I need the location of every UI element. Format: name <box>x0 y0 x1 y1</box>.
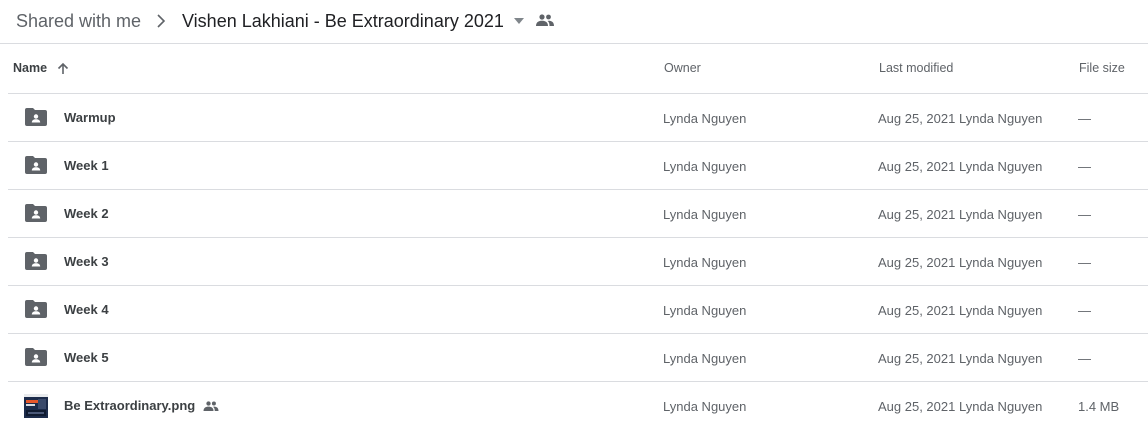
file-modified-date: Aug 25, 2021 <box>878 207 956 222</box>
file-owner: Lynda Nguyen <box>663 303 747 318</box>
image-thumbnail-icon <box>24 394 48 418</box>
file-owner: Lynda Nguyen <box>663 207 747 222</box>
file-name: Week 4 <box>64 302 109 317</box>
column-header-name[interactable]: Name <box>13 60 69 76</box>
file-name: Week 1 <box>64 158 109 173</box>
file-size: 1.4 MB <box>1078 399 1120 414</box>
shared-folder-icon <box>25 348 47 366</box>
column-header-name-label: Name <box>13 61 48 75</box>
chevron-right-icon <box>157 14 166 28</box>
file-row[interactable]: Week 1 Lynda Nguyen Aug 25, 2021 Lynda N… <box>8 142 1148 190</box>
file-size: — <box>1078 159 1091 174</box>
file-modified-date: Aug 25, 2021 <box>878 303 956 318</box>
file-row[interactable]: Week 5 Lynda Nguyen Aug 25, 2021 Lynda N… <box>8 334 1148 382</box>
file-row[interactable]: Week 3 Lynda Nguyen Aug 25, 2021 Lynda N… <box>8 238 1148 286</box>
file-modified-date: Aug 25, 2021 <box>878 399 956 414</box>
file-modified-by: Lynda Nguyen <box>959 111 1043 126</box>
file-row[interactable]: Week 2 Lynda Nguyen Aug 25, 2021 Lynda N… <box>8 190 1148 238</box>
file-modified-date: Aug 25, 2021 <box>878 111 956 126</box>
shared-people-icon <box>203 401 219 411</box>
caret-down-icon <box>513 18 524 24</box>
file-size: — <box>1078 255 1091 270</box>
file-name: Be Extraordinary.png <box>64 398 219 414</box>
file-row[interactable]: Warmup Lynda Nguyen Aug 25, 2021 Lynda N… <box>8 94 1148 142</box>
file-size: — <box>1078 303 1091 318</box>
file-modified-by: Lynda Nguyen <box>959 399 1043 414</box>
file-modified-by: Lynda Nguyen <box>959 351 1043 366</box>
file-modified-date: Aug 25, 2021 <box>878 159 956 174</box>
file-modified-by: Lynda Nguyen <box>959 303 1043 318</box>
file-size: — <box>1078 207 1091 222</box>
shared-people-icon[interactable] <box>536 14 554 26</box>
column-header-file-size[interactable]: File size <box>1079 60 1125 76</box>
shared-folder-icon <box>25 300 47 318</box>
shared-folder-icon <box>25 252 47 270</box>
arrow-up-icon <box>57 62 69 74</box>
file-size: — <box>1078 351 1091 366</box>
breadcrumb-current-folder[interactable]: Vishen Lakhiani - Be Extraordinary 2021 <box>182 10 524 32</box>
file-modified-by: Lynda Nguyen <box>959 207 1043 222</box>
file-size: — <box>1078 111 1091 126</box>
column-header-owner: Owner <box>664 61 701 75</box>
file-owner: Lynda Nguyen <box>663 111 747 126</box>
file-name: Week 5 <box>64 350 109 365</box>
breadcrumb-current-label: Vishen Lakhiani - Be Extraordinary 2021 <box>182 11 504 31</box>
file-owner: Lynda Nguyen <box>663 159 747 174</box>
shared-folder-icon <box>25 156 47 174</box>
file-name: Week 3 <box>64 254 109 269</box>
breadcrumb-shared-with-me[interactable]: Shared with me <box>16 10 141 32</box>
file-row[interactable]: Week 4 Lynda Nguyen Aug 25, 2021 Lynda N… <box>8 286 1148 334</box>
file-owner: Lynda Nguyen <box>663 255 747 270</box>
file-name: Warmup <box>64 110 116 125</box>
file-modified-by: Lynda Nguyen <box>959 255 1043 270</box>
shared-folder-icon <box>25 204 47 222</box>
column-header-row: Name Owner Last modified File size <box>8 44 1148 94</box>
file-modified-by: Lynda Nguyen <box>959 159 1043 174</box>
shared-folder-icon <box>25 108 47 126</box>
file-owner: Lynda Nguyen <box>663 351 747 366</box>
file-modified-date: Aug 25, 2021 <box>878 351 956 366</box>
file-owner: Lynda Nguyen <box>663 399 747 414</box>
file-name: Week 2 <box>64 206 109 221</box>
column-header-last-modified[interactable]: Last modified <box>879 60 953 76</box>
breadcrumb: Shared with me Vishen Lakhiani - Be Extr… <box>0 0 1148 44</box>
file-list: Warmup Lynda Nguyen Aug 25, 2021 Lynda N… <box>8 94 1148 430</box>
file-modified-date: Aug 25, 2021 <box>878 255 956 270</box>
